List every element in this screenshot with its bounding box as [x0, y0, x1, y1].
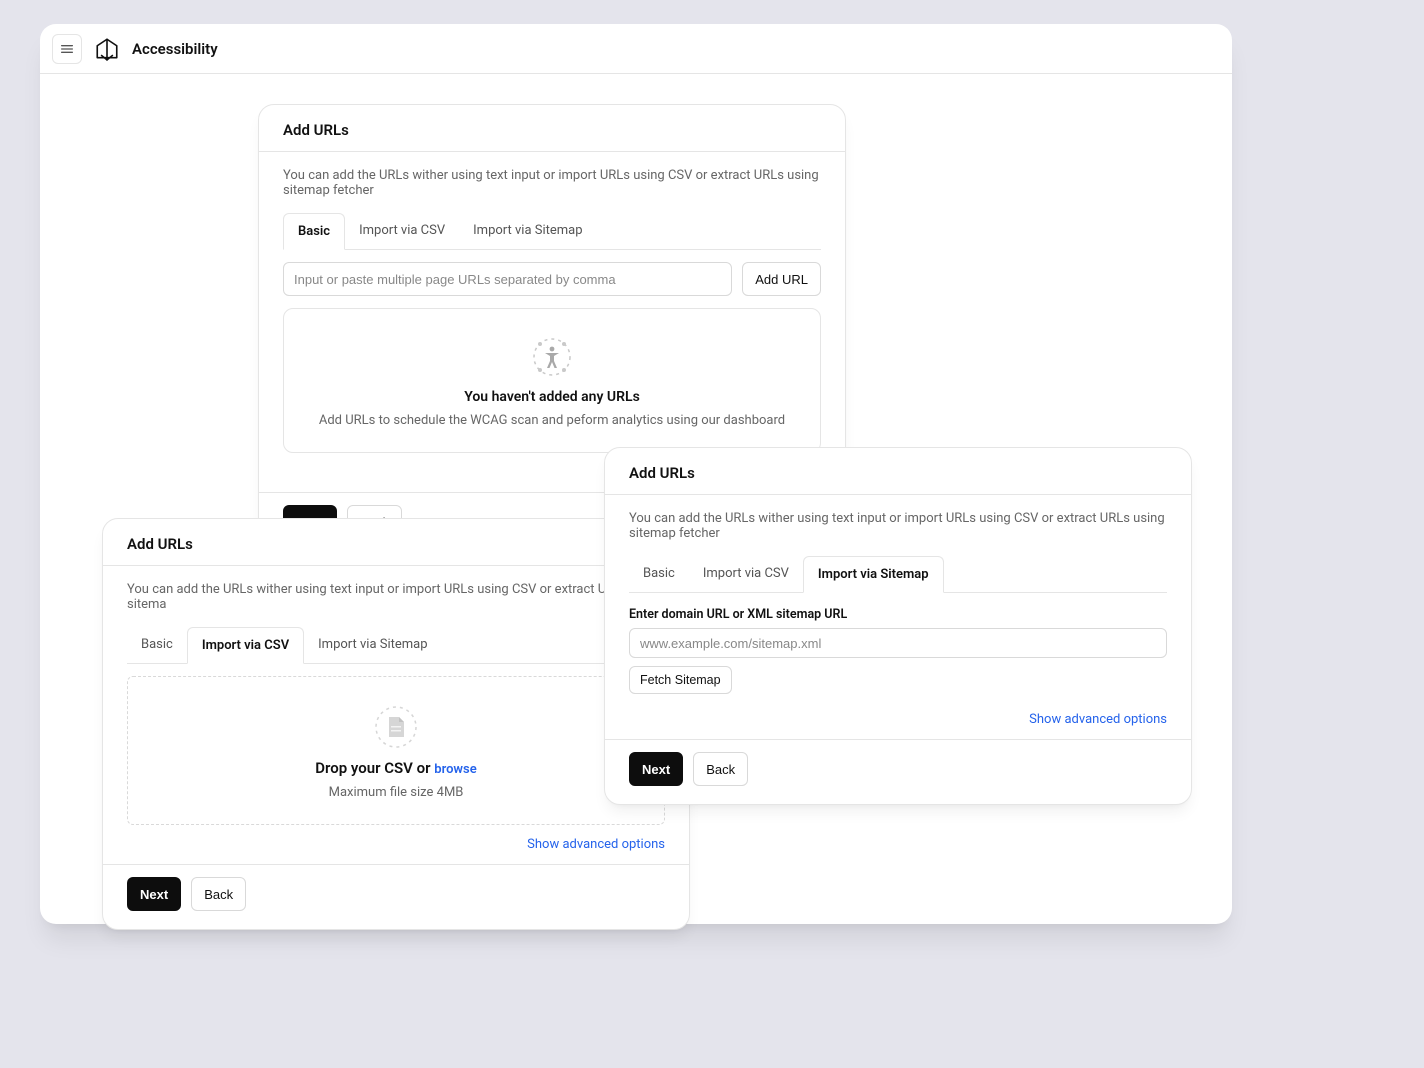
dropzone-text: Drop your CSV or browse — [148, 759, 644, 777]
browse-link[interactable]: browse — [434, 762, 476, 777]
app-logo-icon — [94, 36, 120, 62]
app-title: Accessibility — [132, 40, 218, 58]
tab-import-csv[interactable]: Import via CSV — [689, 556, 803, 593]
workspace: Add URLs You can add the URLs wither usi… — [40, 74, 1232, 924]
accessibility-icon — [532, 337, 572, 377]
card-subtitle: You can add the URLs wither using text i… — [629, 511, 1167, 541]
tab-import-sitemap[interactable]: Import via Sitemap — [304, 627, 441, 664]
app-header: Accessibility — [40, 24, 1232, 74]
card-title: Add URLs — [283, 121, 821, 139]
tab-import-sitemap[interactable]: Import via Sitemap — [459, 213, 596, 250]
tab-basic[interactable]: Basic — [127, 627, 187, 664]
sitemap-field-label: Enter domain URL or XML sitemap URL — [629, 607, 1167, 622]
empty-subtitle: Add URLs to schedule the WCAG scan and p… — [304, 413, 800, 428]
card-title: Add URLs — [629, 464, 1167, 482]
menu-icon — [59, 41, 75, 57]
back-button[interactable]: Back — [693, 752, 748, 786]
urls-input[interactable] — [283, 262, 732, 296]
dropzone-sub: Maximum file size 4MB — [148, 785, 644, 800]
empty-title: You haven't added any URLs — [304, 389, 800, 405]
empty-state: You haven't added any URLs Add URLs to s… — [283, 308, 821, 453]
csv-dropzone[interactable]: Drop your CSV or browse Maximum file siz… — [127, 676, 665, 825]
add-url-button[interactable]: Add URL — [742, 262, 821, 296]
tabs: Basic Import via CSV Import via Sitemap — [127, 626, 665, 664]
card-title: Add URLs — [127, 535, 665, 553]
tabs: Basic Import via CSV Import via Sitemap — [283, 212, 821, 250]
show-advanced-link[interactable]: Show advanced options — [527, 837, 665, 852]
tab-basic[interactable]: Basic — [283, 213, 345, 250]
app-shell: Accessibility Add URLs You can add the U… — [40, 24, 1232, 924]
show-advanced-link[interactable]: Show advanced options — [1029, 712, 1167, 727]
file-icon — [374, 705, 418, 749]
back-button[interactable]: Back — [191, 877, 246, 911]
card-add-urls-sitemap: Add URLs You can add the URLs wither usi… — [604, 447, 1192, 805]
menu-button[interactable] — [52, 34, 82, 64]
sitemap-url-input[interactable] — [629, 628, 1167, 658]
tab-import-csv[interactable]: Import via CSV — [345, 213, 459, 250]
card-subtitle: You can add the URLs wither using text i… — [283, 168, 821, 198]
tab-import-csv[interactable]: Import via CSV — [187, 627, 304, 664]
card-add-urls-csv: Add URLs You can add the URLs wither usi… — [102, 518, 690, 930]
next-button[interactable]: Next — [629, 752, 683, 786]
tabs: Basic Import via CSV Import via Sitemap — [629, 555, 1167, 593]
tab-basic[interactable]: Basic — [629, 556, 689, 593]
tab-import-sitemap[interactable]: Import via Sitemap — [803, 556, 944, 593]
card-subtitle: You can add the URLs wither using text i… — [127, 582, 665, 612]
fetch-sitemap-button[interactable]: Fetch Sitemap — [629, 666, 732, 694]
next-button[interactable]: Next — [127, 877, 181, 911]
